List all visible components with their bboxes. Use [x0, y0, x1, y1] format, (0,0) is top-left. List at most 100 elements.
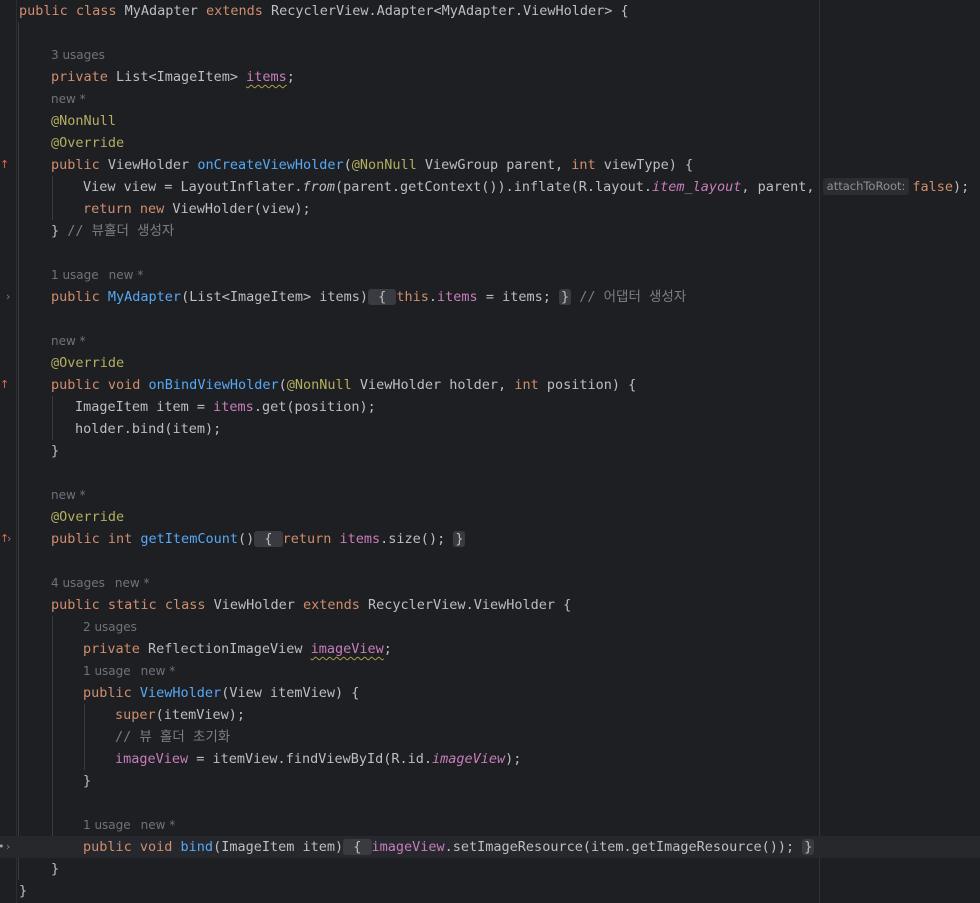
code-line[interactable]: // 뷰 홀더 초기화	[0, 726, 980, 748]
usages-count[interactable]: 3 usages	[51, 48, 105, 62]
caret-marker-icon[interactable]: •	[0, 836, 5, 858]
folded-brace[interactable]: }	[558, 289, 572, 305]
code-text: .setImageResource(item.getImageResource(…	[444, 839, 803, 855]
current-code-line[interactable]: • › public void bind(ImageItem item) { i…	[0, 836, 980, 858]
code-line[interactable]: @Override	[0, 352, 980, 374]
code-line[interactable]: imageView = itemView.findViewById(R.id.i…	[0, 748, 980, 770]
usages-count[interactable]: 4 usages	[51, 576, 105, 590]
code-text: (itemView);	[155, 707, 246, 723]
fold-chevron-icon[interactable]: ›	[7, 528, 11, 550]
keyword: return	[83, 201, 140, 217]
usages-hint[interactable]: 4 usages new *	[51, 572, 160, 594]
field-name: items	[246, 69, 287, 85]
code-text: .size();	[380, 531, 454, 547]
method-name: onCreateViewHolder	[197, 157, 344, 173]
code-line[interactable]: ↑ › public int getItemCount() { return i…	[0, 528, 980, 550]
keyword: void	[107, 377, 149, 393]
fold-chevron-icon[interactable]: ›	[6, 836, 10, 858]
code-line[interactable]: public static class ViewHolder extends R…	[0, 594, 980, 616]
usages-count[interactable]: 1 usage	[83, 664, 131, 678]
brace: }	[83, 773, 92, 789]
annotation: @Override	[51, 509, 125, 525]
code-line[interactable]: public ViewHolder(View itemView) {	[0, 682, 980, 704]
brace: }	[51, 443, 60, 459]
keyword: public	[83, 685, 140, 701]
keyword: public	[51, 289, 108, 305]
new-hint[interactable]: new *	[141, 818, 176, 832]
parameter: ViewGroup parent,	[424, 157, 572, 173]
code-line[interactable]: @Override	[0, 132, 980, 154]
class-name: MyAdapter	[124, 3, 206, 19]
code-text: public static class ViewHolder extends R…	[51, 594, 571, 616]
code-line[interactable]: holder.bind(item);	[0, 418, 980, 440]
code-text: View view = LayoutInflater.from(parent.g…	[83, 176, 969, 198]
folded-brace[interactable]: }	[453, 531, 466, 547]
code-line[interactable]: super(itemView);	[0, 704, 980, 726]
folded-brace[interactable]: {	[368, 289, 397, 305]
code-line[interactable]: ImageItem item = items.get(position);	[0, 396, 980, 418]
code-line[interactable]: private ReflectionImageView imageView;	[0, 638, 980, 660]
keyword: public	[51, 597, 108, 613]
code-text: public MyAdapter(List<ImageItem> items) …	[51, 286, 686, 308]
keyword: void	[139, 839, 181, 855]
usages-count[interactable]: 1 usage	[51, 268, 99, 282]
code-text: , parent,	[741, 179, 823, 195]
code-line[interactable]: }	[0, 440, 980, 462]
usages-hint[interactable]: 1 usage new *	[83, 660, 185, 682]
usages-hint[interactable]: 2 usages	[83, 616, 147, 638]
punctuation: .	[428, 289, 438, 305]
folded-brace[interactable]: {	[343, 839, 372, 855]
comment: // 뷰 홀더 초기화	[115, 729, 231, 745]
folded-brace[interactable]: {	[254, 531, 283, 547]
new-hint[interactable]: new *	[51, 334, 86, 348]
code-line[interactable]: } // 뷰홀더 생성자	[0, 220, 980, 242]
keyword: public class	[19, 3, 125, 19]
author-hint[interactable]: new *	[51, 484, 96, 506]
usages-hint[interactable]: 1 usage new *	[51, 264, 153, 286]
override-marker-icon[interactable]: ↑	[0, 154, 9, 176]
folded-brace[interactable]: }	[802, 839, 815, 855]
new-hint[interactable]: new *	[115, 576, 150, 590]
code-line[interactable]: }	[0, 858, 980, 880]
code-line[interactable]: @Override	[0, 506, 980, 528]
new-hint[interactable]: new *	[109, 268, 144, 282]
punctuation: ;	[286, 69, 295, 85]
author-hint[interactable]: new *	[51, 88, 96, 110]
code-line[interactable]: return new ViewHolder(view);	[0, 198, 980, 220]
fold-chevron-icon[interactable]: ›	[6, 286, 10, 308]
code-line[interactable]: private List<ImageItem> items;	[0, 66, 980, 88]
override-marker-icon[interactable]: ↑	[0, 374, 9, 396]
usages-count[interactable]: 2 usages	[83, 620, 137, 634]
code-editor[interactable]: public class MyAdapter extends RecyclerV…	[0, 0, 980, 903]
usages-hint[interactable]: 3 usages	[51, 44, 115, 66]
inlay-hint-line: 1 usage new *	[0, 264, 980, 286]
parameter: position) {	[546, 377, 637, 393]
code-text: super(itemView);	[115, 704, 245, 726]
inlay-hint-line: new *	[0, 330, 980, 352]
annotation: @Override	[51, 355, 125, 371]
code-line[interactable]: }	[0, 880, 980, 902]
code-text: public int getItemCount() { return items…	[51, 528, 466, 550]
author-hint[interactable]: new *	[51, 330, 96, 352]
code-line[interactable]: › public MyAdapter(List<ImageItem> items…	[0, 286, 980, 308]
code-line[interactable]: }	[0, 770, 980, 792]
inlay-hint-line: 2 usages	[0, 616, 980, 638]
keyword: this	[396, 289, 429, 305]
type-name: ReflectionImageView	[148, 641, 311, 657]
new-hint[interactable]: new *	[141, 664, 176, 678]
code-line[interactable]: ↑ public void onBindViewHolder(@NonNull …	[0, 374, 980, 396]
parameter-name-hint[interactable]: attachToRoot:	[822, 178, 910, 195]
code-line[interactable]: @NonNull	[0, 110, 980, 132]
code-line[interactable]: ↑ public ViewHolder onCreateViewHolder(@…	[0, 154, 980, 176]
code-line[interactable]: public class MyAdapter extends RecyclerV…	[0, 0, 980, 22]
new-hint[interactable]: new *	[51, 488, 86, 502]
code-line[interactable]: View view = LayoutInflater.from(parent.g…	[0, 176, 980, 198]
keyword: new	[139, 201, 173, 217]
code-text: private List<ImageItem> items;	[51, 66, 295, 88]
usages-hint[interactable]: 1 usage new *	[83, 814, 185, 836]
keyword: static	[107, 597, 165, 613]
inlay-hint-line: 1 usage new *	[0, 814, 980, 836]
new-hint[interactable]: new *	[51, 92, 86, 106]
keyword: public	[83, 839, 140, 855]
usages-count[interactable]: 1 usage	[83, 818, 131, 832]
